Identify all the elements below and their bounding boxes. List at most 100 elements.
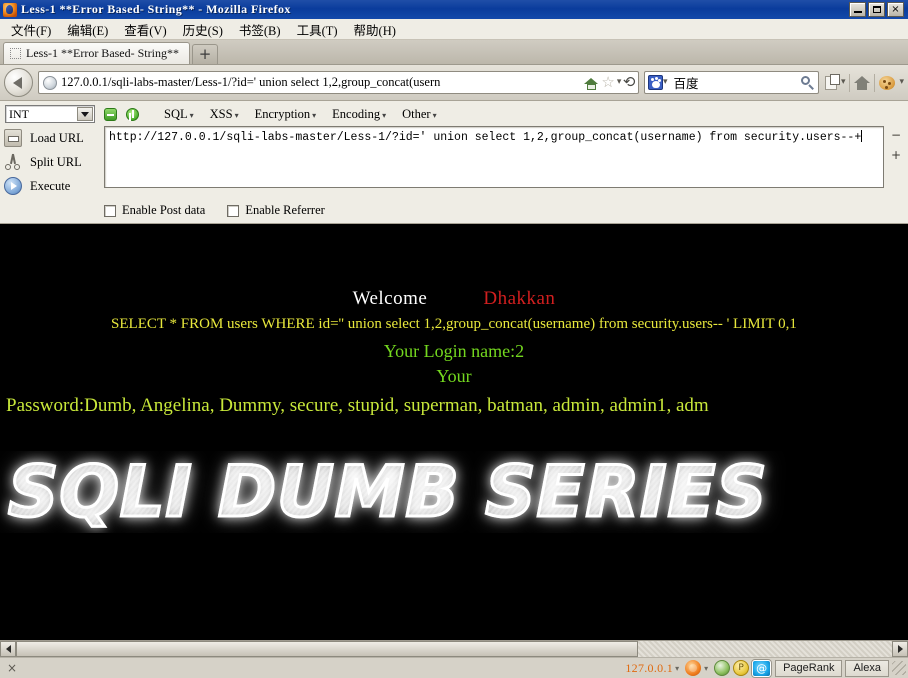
hackbar-menu-other[interactable]: Other ▾ <box>395 106 445 123</box>
hackbar-menu-encryption-label: Encryption <box>254 106 311 121</box>
hackbar-plus-button[interactable] <box>126 107 139 121</box>
minimize-button[interactable] <box>849 2 866 17</box>
banner-text: SQLI DUMB SERIES <box>7 451 769 533</box>
firefox-window: Less-1 **Error Based- String** - Mozilla… <box>0 0 908 678</box>
firefox-status-chevron-icon[interactable]: ▾ <box>704 664 708 673</box>
search-icon[interactable] <box>800 75 815 90</box>
status-close-icon[interactable]: × <box>4 661 20 675</box>
horizontal-scrollbar[interactable] <box>0 640 908 657</box>
sql-query-text: SELECT * FROM users WHERE id='' union se… <box>111 316 797 332</box>
textarea-grow-button[interactable]: + <box>891 149 901 161</box>
hackbar-menu-xss[interactable]: XSS ▾ <box>203 106 248 123</box>
hackbar-menu-encoding[interactable]: Encoding ▾ <box>325 106 395 123</box>
bookmark-star-icon[interactable]: ☆ <box>601 75 614 90</box>
baidu-paw-icon[interactable] <box>647 75 663 90</box>
scroll-left-button[interactable] <box>0 641 16 657</box>
hackbar-action-list: Load URL Split URL Execute <box>4 126 104 198</box>
at-symbol: @ <box>756 661 768 675</box>
load-url-button[interactable]: Load URL <box>4 126 104 150</box>
page-copy-chevron-icon[interactable]: ▾ <box>841 78 846 87</box>
welcome-row: Welcome Dhakkan <box>0 224 908 310</box>
menu-view[interactable]: 查看(V) <box>117 18 175 41</box>
hackbar-url-textarea[interactable]: http://127.0.0.1/sqli-labs-master/Less-1… <box>104 126 884 188</box>
hackbar-top-row: INT SQL ▾ XSS ▾ Encryption ▾ Encoding ▾ Othe… <box>0 105 908 126</box>
chevron-down-icon[interactable]: ▾ <box>617 78 622 87</box>
welcome-text: Welcome <box>352 288 428 309</box>
textarea-shrink-button[interactable]: − <box>891 129 901 141</box>
menu-bar: 文件(F) 编辑(E) 查看(V) 历史(S) 书签(B) 工具(T) 帮助(H… <box>0 19 908 40</box>
checkbox-box[interactable] <box>227 204 240 217</box>
scroll-right-button[interactable] <box>892 641 908 657</box>
menu-bookmarks[interactable]: 书签(B) <box>232 18 290 41</box>
cookie-chevron-icon[interactable]: ▾ <box>899 78 904 87</box>
hackbar-checkbox-row: Enable Post data Enable Referrer <box>0 198 908 220</box>
menu-file[interactable]: 文件(F) <box>4 18 60 41</box>
right-arrow-icon <box>897 645 903 653</box>
back-arrow-icon <box>13 76 22 89</box>
execute-button[interactable]: Execute <box>4 174 104 198</box>
firefox-status-icon[interactable] <box>685 660 702 676</box>
scrollbar-track[interactable] <box>16 641 892 657</box>
login-name-text: Your Login name:2 <box>383 341 525 361</box>
hackbar-menu-encryption[interactable]: Encryption ▾ <box>248 106 326 123</box>
enable-referrer-checkbox[interactable]: Enable Referrer <box>227 203 325 218</box>
hackbar-type-value: INT <box>9 106 29 121</box>
address-bar-icons: ☆ ▾ ⟳ <box>582 73 636 91</box>
enable-post-data-checkbox[interactable]: Enable Post data <box>104 203 205 218</box>
address-bar[interactable]: 127.0.0.1/sqli-labs-master/Less-1/?id=' … <box>38 71 639 94</box>
menu-history[interactable]: 历史(S) <box>176 18 232 41</box>
cookie-manager-icon[interactable] <box>879 75 896 90</box>
scrollbar-thumb[interactable] <box>16 641 638 657</box>
brand-text: Dhakkan <box>483 288 556 309</box>
menu-help[interactable]: 帮助(H) <box>347 18 405 41</box>
checkbox-box[interactable] <box>104 204 116 217</box>
hackbar-menu-other-label: Other <box>402 106 431 121</box>
resize-grip[interactable] <box>892 661 906 675</box>
maximize-button[interactable] <box>868 2 885 17</box>
hackbar-minus-button[interactable] <box>104 107 117 121</box>
pagerank-letter: P <box>738 662 744 673</box>
menu-edit[interactable]: 编辑(E) <box>60 18 117 41</box>
scissors-icon <box>4 153 22 171</box>
search-box[interactable]: ▾ 百度 <box>643 71 819 94</box>
split-url-label: Split URL <box>30 154 82 169</box>
home-marker-icon[interactable] <box>584 76 599 90</box>
search-input[interactable]: 百度 <box>673 73 800 92</box>
close-icon: × <box>891 3 900 15</box>
chevron-down-icon[interactable] <box>77 107 93 121</box>
home-button-icon[interactable] <box>854 75 871 90</box>
reload-icon[interactable]: ⟳ <box>623 73 636 91</box>
status-ip-label[interactable]: 127.0.0.1 <box>625 661 673 676</box>
load-url-label: Load URL <box>30 130 84 145</box>
tab-active[interactable]: Less-1 **Error Based- String** <box>3 42 190 64</box>
web-page: Welcome Dhakkan SELECT * FROM users WHERE… <box>0 224 908 641</box>
tab-bar: Less-1 **Error Based- String** + <box>0 40 908 65</box>
hackbar-menu-sql-label: SQL <box>164 106 188 121</box>
globe-status-icon[interactable] <box>714 660 731 676</box>
navigation-toolbar: 127.0.0.1/sqli-labs-master/Less-1/?id=' … <box>0 65 908 101</box>
chevron-down-icon: ▾ <box>189 110 194 120</box>
pagerank-small-icon[interactable]: P <box>733 660 750 676</box>
at-status-icon[interactable]: @ <box>752 659 772 677</box>
menu-tools[interactable]: 工具(T) <box>290 18 347 41</box>
page-copy-icon[interactable] <box>824 73 840 90</box>
pagerank-button[interactable]: PageRank <box>775 659 843 677</box>
hackbar-type-select[interactable]: INT <box>5 105 95 123</box>
hackbar-menu-sql[interactable]: SQL ▾ <box>157 106 203 123</box>
status-ip-chevron-icon[interactable]: ▾ <box>675 664 679 673</box>
password-text: Password:Dumb, Angelina, Dummy, secure, … <box>6 395 709 416</box>
text-caret <box>861 130 863 142</box>
chevron-down-icon: ▾ <box>382 110 387 120</box>
enable-referrer-label: Enable Referrer <box>245 203 325 217</box>
split-url-button[interactable]: Split URL <box>4 150 104 174</box>
close-button[interactable]: × <box>887 2 904 17</box>
toolbar-separator-2 <box>874 73 876 92</box>
hackbar-side-buttons: − + <box>884 126 908 161</box>
back-button[interactable] <box>4 68 33 97</box>
status-bar: × 127.0.0.1 ▾ ▾ P @ PageRank Alexa <box>0 657 908 678</box>
site-identity-icon <box>43 75 57 90</box>
alexa-button[interactable]: Alexa <box>845 659 889 677</box>
new-tab-button[interactable]: + <box>191 44 218 64</box>
search-engine-chevron-icon[interactable]: ▾ <box>663 78 668 87</box>
play-icon <box>4 177 22 195</box>
